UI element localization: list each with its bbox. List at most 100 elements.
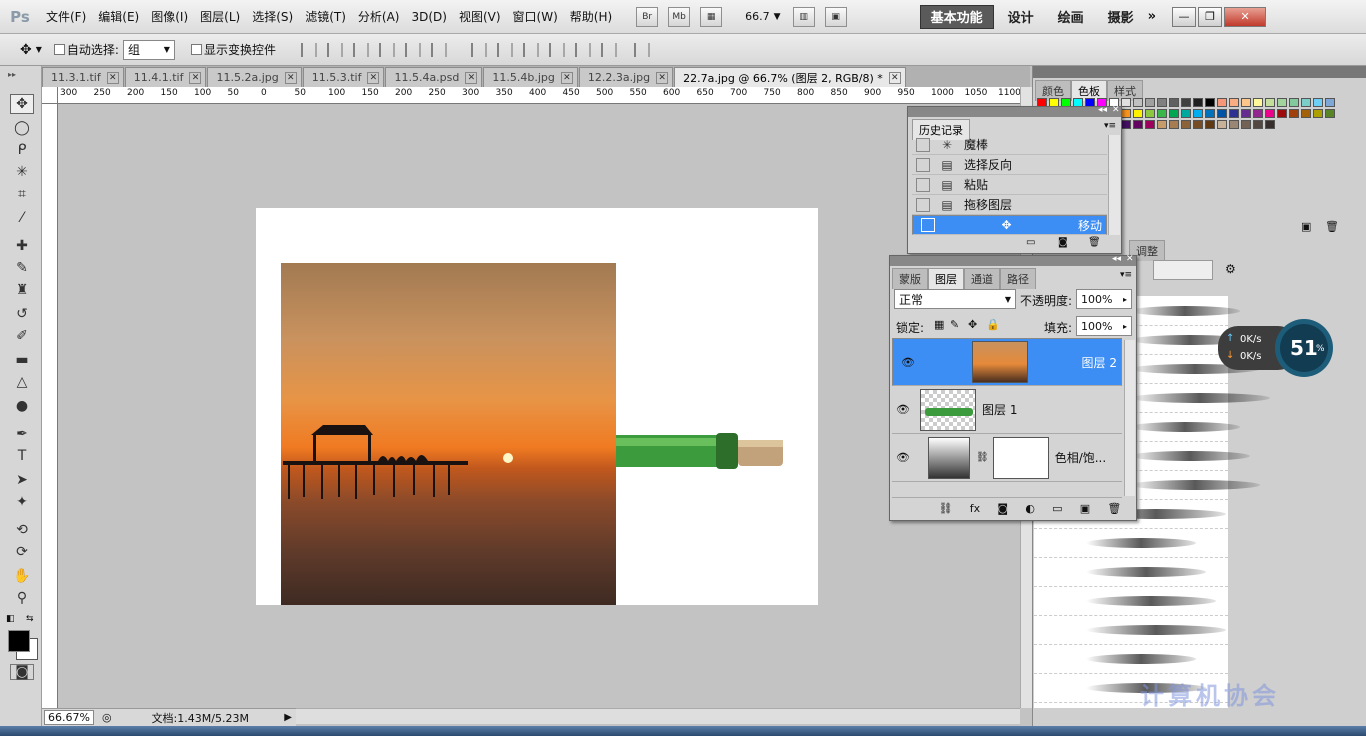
zoom-field[interactable]: 66.67% [44,710,94,725]
3d-rotate-tool-icon[interactable]: ⟲ [10,520,34,540]
close-tab-icon[interactable]: ✕ [560,71,573,84]
brush-preset[interactable] [1034,586,1228,616]
color-swatch[interactable] [1145,109,1155,118]
distribute-bottom-icon[interactable] [522,42,539,57]
eyedropper-tool-icon[interactable]: ⁄ [10,208,34,228]
history-item[interactable]: ▤ 粘贴 [912,175,1107,195]
camera-snapshot-icon[interactable]: ◙ [1058,237,1068,248]
color-swatch[interactable] [1253,98,1263,107]
close-tab-icon[interactable]: ✕ [888,71,901,84]
color-swatch[interactable] [1217,98,1227,107]
color-swatch[interactable] [1121,98,1131,107]
distribute-top-icon[interactable] [470,42,487,57]
color-swatch[interactable] [1265,120,1275,129]
blur-tool-icon[interactable]: △ [10,372,34,392]
pen-tool-icon[interactable]: ✒ [10,424,34,444]
align-top-icon[interactable] [300,42,317,57]
close-tab-icon[interactable]: ✕ [656,71,669,84]
color-swatch[interactable] [1181,109,1191,118]
swap-colors-icon[interactable]: ⇆ [26,614,34,624]
color-swatch[interactable] [1241,120,1251,129]
restore-button[interactable]: ❐ [1198,6,1223,27]
color-swatch[interactable] [1121,109,1131,118]
blend-mode-dropdown[interactable]: 正常 ▼ [894,289,1016,309]
layer-name[interactable]: 色相/饱... [1055,449,1107,466]
color-swatch[interactable] [1253,109,1263,118]
align-hcenter-icon[interactable] [404,42,421,57]
color-swatch[interactable] [1229,120,1239,129]
lasso-tool-icon[interactable]: ᑭ [10,140,34,160]
history-item-selected[interactable]: ✥ 移动 [912,215,1107,235]
document-tab[interactable]: 11.4.1.tif ✕ [124,67,207,87]
color-swatch[interactable] [1217,120,1227,129]
crop-tool-icon[interactable]: ⌗ [10,184,34,204]
color-swatch[interactable] [1277,109,1287,118]
close-panel-icon[interactable]: ✕ [1126,254,1134,264]
delete-swatch-icon[interactable]: 🗑 [1325,220,1339,233]
new-layer-icon[interactable]: ▣ [1080,502,1090,515]
align-vcenter-icon[interactable] [326,42,343,57]
move-tool-icon[interactable]: ✥ [20,42,32,58]
panel-menu-icon[interactable]: ▾≡ [1104,121,1116,131]
3d-orbit-tool-icon[interactable]: ⟳ [10,542,34,562]
menu-layer[interactable]: 图层(L) [194,8,246,25]
quick-mask-icon[interactable]: ◙ [10,664,34,680]
brush-preset[interactable] [1034,644,1228,674]
align-right-icon[interactable] [430,42,447,57]
fill-field[interactable]: 100% ▸ [1076,316,1132,336]
lock-position-icon[interactable]: ✥ [968,318,977,331]
brush-options-icon[interactable]: ⚙ [1225,262,1236,276]
more-workspaces-icon[interactable]: » [1148,9,1156,24]
brush-tool-icon[interactable]: ✎ [10,258,34,278]
marquee-tool-icon[interactable]: ◯ [10,118,34,138]
visibility-eye-icon[interactable]: 👁 [892,451,914,464]
color-swatch[interactable] [1241,98,1251,107]
path-select-tool-icon[interactable]: ➤ [10,470,34,490]
document-tab[interactable]: 11.5.4a.psd ✕ [385,67,483,87]
close-button[interactable]: ✕ [1224,6,1267,27]
menu-filter[interactable]: 滤镜(T) [299,8,352,25]
zoom-level[interactable]: 66.7 [745,10,770,23]
stamp-tool-icon[interactable]: ♜ [10,280,34,300]
horizontal-scrollbar[interactable] [296,708,1020,724]
menu-select[interactable]: 选择(S) [246,8,299,25]
fx-icon[interactable]: fx [970,502,980,515]
hand-tool-icon[interactable]: ✋ [10,566,34,586]
document-tab[interactable]: 11.5.2a.jpg ✕ [207,67,302,87]
document-tab[interactable]: 12.2.3a.jpg ✕ [578,67,674,87]
color-swatch[interactable] [1169,109,1179,118]
layer-name[interactable]: 图层 1 [982,401,1017,418]
new-document-from-state-icon[interactable]: ▭ [1026,237,1035,248]
collapse-panel-icon[interactable]: ◂◂ [1112,254,1121,264]
color-swatch[interactable] [1145,120,1155,129]
color-swatch[interactable] [1133,109,1143,118]
shape-tool-icon[interactable]: ✦ [10,492,34,512]
color-swatch[interactable] [1157,98,1167,107]
distribute-right-icon[interactable] [600,42,617,57]
menu-edit[interactable]: 编辑(E) [92,8,145,25]
align-bottom-icon[interactable] [352,42,369,57]
new-swatch-icon[interactable]: ▣ [1301,220,1311,233]
trash-icon[interactable]: 🗑 [1107,502,1121,515]
type-tool-icon[interactable]: T [10,446,34,466]
chevron-down-icon[interactable]: ▼ [774,12,781,22]
link-layers-icon[interactable]: ⛓ [939,502,953,515]
eraser-tool-icon[interactable]: ✐ [10,326,34,346]
color-swatch[interactable] [1133,98,1143,107]
visibility-eye-icon[interactable]: 👁 [897,356,919,369]
layer-row[interactable] [892,482,1122,498]
close-tab-icon[interactable]: ✕ [106,71,119,84]
color-swatch[interactable] [1301,98,1311,107]
menu-analysis[interactable]: 分析(A) [352,8,406,25]
bridge-button[interactable]: Br [636,6,659,27]
color-swatch[interactable] [1217,109,1227,118]
align-left-icon[interactable] [378,42,395,57]
color-swatch[interactable] [1193,120,1203,129]
color-swatch[interactable] [1265,98,1275,107]
brush-preset[interactable] [1034,528,1228,558]
view-extras-button[interactable]: ▦ [700,6,723,27]
color-swatch[interactable] [1181,120,1191,129]
opacity-field[interactable]: 100% ▸ [1076,289,1132,309]
workspace-design[interactable]: 设计 [998,5,1044,29]
color-swatch[interactable] [1205,120,1215,129]
